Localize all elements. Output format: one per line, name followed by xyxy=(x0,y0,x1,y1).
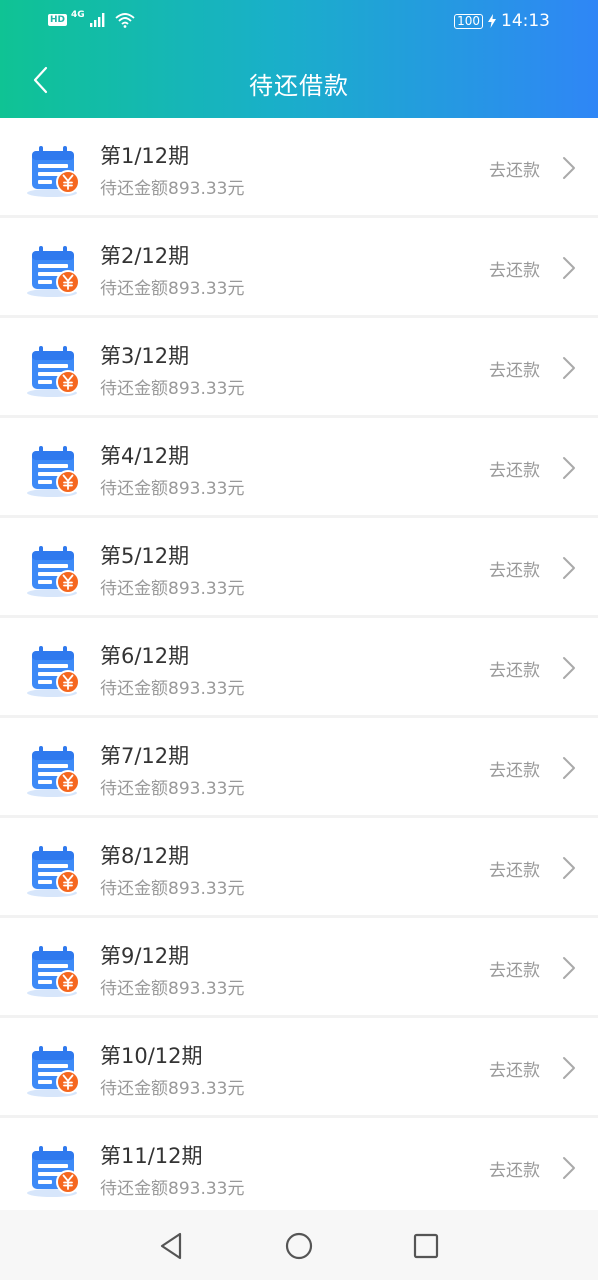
installment-title: 第8/12期 xyxy=(100,844,190,868)
calendar-yuan-icon xyxy=(27,246,80,297)
chevron-right-icon xyxy=(563,1157,575,1179)
repay-link[interactable]: 去还款 xyxy=(489,556,540,581)
amount-due: 待还金额893.33元 xyxy=(100,979,245,999)
header: HD 4G 100 14:13 待还借款 xyxy=(0,0,598,118)
amount-due: 待还金额893.33元 xyxy=(100,279,245,299)
signal-icon xyxy=(89,13,105,27)
page-title: 待还借款 xyxy=(249,72,349,100)
amount-due: 待还金额893.33元 xyxy=(100,579,245,599)
amount-due: 待还金额893.33元 xyxy=(100,779,245,799)
installment-title: 第10/12期 xyxy=(100,1044,203,1068)
repay-link[interactable]: 去还款 xyxy=(489,956,540,981)
calendar-yuan-icon xyxy=(27,146,80,197)
list-item[interactable]: 第7/12期待还金额893.33元 去还款 xyxy=(0,718,598,815)
system-nav-bar xyxy=(0,1210,598,1280)
list-item[interactable]: 第10/12期待还金额893.33元 去还款 xyxy=(0,1018,598,1115)
chevron-right-icon xyxy=(563,757,575,779)
chevron-right-icon xyxy=(563,657,575,679)
repay-link[interactable]: 去还款 xyxy=(489,156,540,181)
installment-title: 第2/12期 xyxy=(100,244,190,268)
list-item[interactable]: 第3/12期待还金额893.33元 去还款 xyxy=(0,318,598,415)
installment-title: 第5/12期 xyxy=(100,544,190,568)
chevron-right-icon xyxy=(563,457,575,479)
chevron-right-icon xyxy=(563,1057,575,1079)
repay-link[interactable]: 去还款 xyxy=(489,756,540,781)
battery-indicator: 100 xyxy=(454,13,483,29)
chevron-right-icon xyxy=(563,557,575,579)
amount-due: 待还金额893.33元 xyxy=(100,179,245,199)
list-item[interactable]: 第9/12期待还金额893.33元 去还款 xyxy=(0,918,598,1015)
installment-title: 第7/12期 xyxy=(100,744,190,768)
status-bar: HD 4G 100 14:13 xyxy=(0,0,598,44)
repayment-list: 第1/12期 待还金额893.33元 去还款 第2/12期 待还金额893.33元 去还… xyxy=(0,118,598,1218)
list-item[interactable]: 第2/12期待还金额893.33元 去还款 xyxy=(0,218,598,315)
repay-link[interactable]: 去还款 xyxy=(489,856,540,881)
calendar-yuan-icon xyxy=(27,746,80,797)
wifi-icon xyxy=(115,13,135,28)
calendar-yuan-icon xyxy=(27,346,80,397)
calendar-yuan-icon xyxy=(27,446,80,497)
nav-back-icon[interactable] xyxy=(156,1230,188,1262)
installment-title: 第4/12期 xyxy=(100,444,190,468)
nav-recents-icon[interactable] xyxy=(410,1230,442,1262)
list-item[interactable]: 第8/12期待还金额893.33元 去还款 xyxy=(0,818,598,915)
installment-title: 第11/12期 xyxy=(100,1144,203,1168)
chevron-right-icon xyxy=(563,257,575,279)
amount-due: 待还金额893.33元 xyxy=(100,379,245,399)
installment-title: 第1/12期 xyxy=(100,144,190,168)
chevron-right-icon xyxy=(563,357,575,379)
nav-home-icon[interactable] xyxy=(283,1230,315,1262)
clock: 14:13 xyxy=(501,11,550,31)
amount-due: 待还金额893.33元 xyxy=(100,479,245,499)
chevron-right-icon xyxy=(563,957,575,979)
amount-due: 待还金额893.33元 xyxy=(100,879,245,899)
list-item[interactable]: 第4/12期待还金额893.33元 去还款 xyxy=(0,418,598,515)
repay-link[interactable]: 去还款 xyxy=(489,256,540,281)
list-item[interactable]: 第6/12期待还金额893.33元 去还款 xyxy=(0,618,598,715)
list-item[interactable]: 第5/12期待还金额893.33元 去还款 xyxy=(0,518,598,615)
installment-title: 第9/12期 xyxy=(100,944,190,968)
amount-due: 待还金额893.33元 xyxy=(100,1179,245,1199)
repay-link[interactable]: 去还款 xyxy=(489,356,540,381)
list-item[interactable]: 第11/12期待还金额893.33元 去还款 xyxy=(0,1118,598,1215)
hd-badge: HD xyxy=(48,14,68,26)
installment-title: 第6/12期 xyxy=(100,644,190,668)
signal-type: 4G xyxy=(71,10,85,20)
installment-title: 第3/12期 xyxy=(100,344,190,368)
calendar-yuan-icon xyxy=(27,1146,80,1197)
repay-link[interactable]: 去还款 xyxy=(489,1056,540,1081)
repay-link[interactable]: 去还款 xyxy=(489,656,540,681)
calendar-yuan-icon xyxy=(27,546,80,597)
calendar-yuan-icon xyxy=(27,946,80,997)
title-bar: 待还借款 xyxy=(0,56,598,108)
calendar-yuan-icon xyxy=(27,1046,80,1097)
repay-link[interactable]: 去还款 xyxy=(489,456,540,481)
repay-link[interactable]: 去还款 xyxy=(489,1156,540,1181)
chevron-right-icon xyxy=(563,857,575,879)
list-item[interactable]: 第1/12期待还金额893.33元 去还款 xyxy=(0,118,598,215)
calendar-yuan-icon xyxy=(27,646,80,697)
calendar-yuan-icon xyxy=(27,846,80,897)
chevron-right-icon xyxy=(563,157,575,179)
amount-due: 待还金额893.33元 xyxy=(100,1079,245,1099)
charging-icon xyxy=(488,14,496,28)
amount-due: 待还金额893.33元 xyxy=(100,679,245,699)
status-right: 100 14:13 xyxy=(454,11,550,31)
status-left: HD 4G xyxy=(48,10,135,28)
